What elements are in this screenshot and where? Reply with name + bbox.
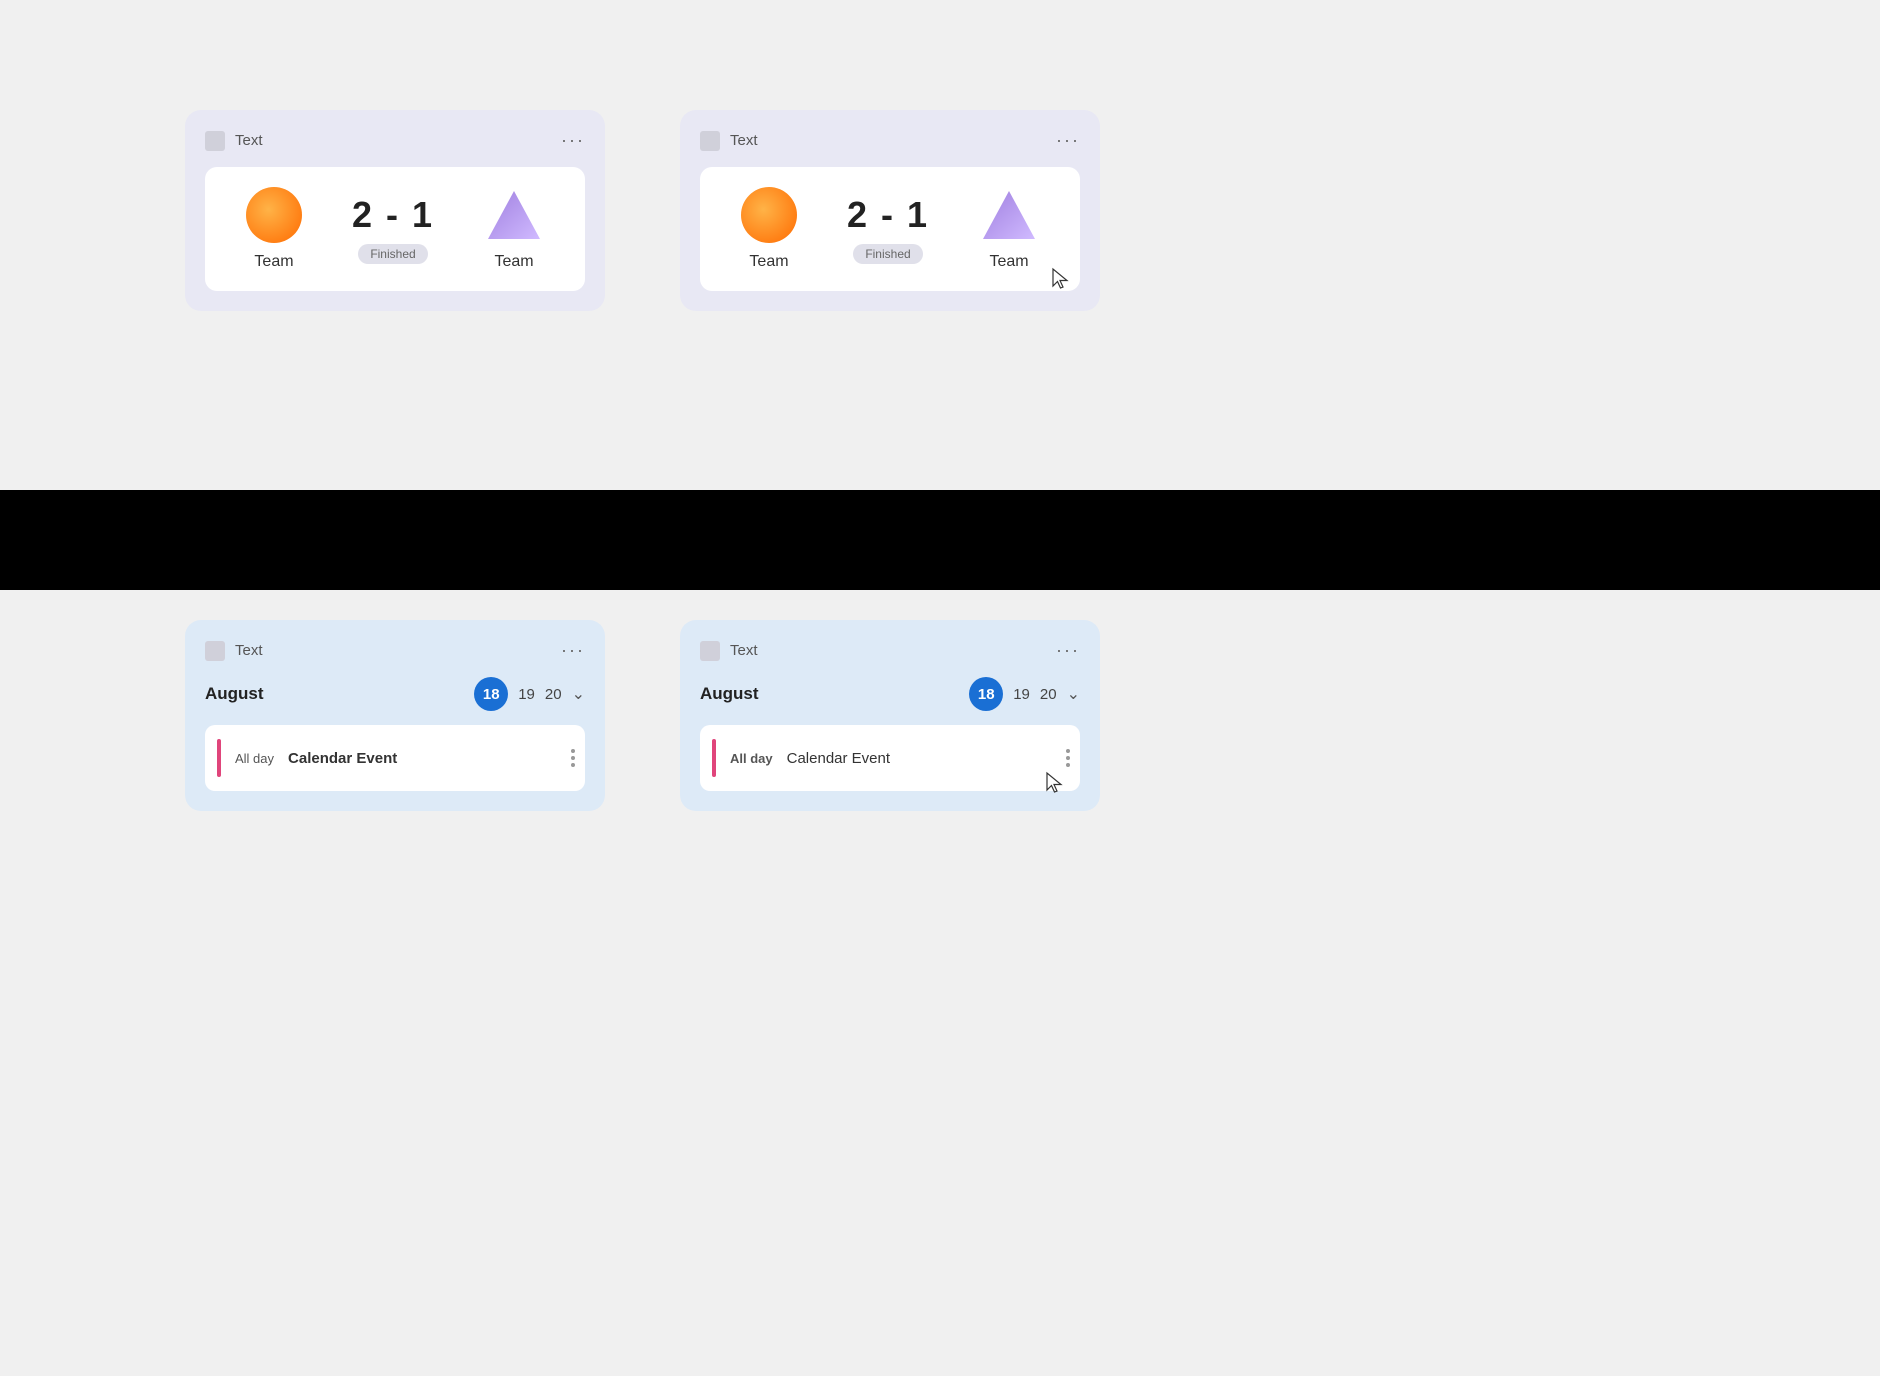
cal-header-left-group: Text [205,641,263,661]
team1-label-left: Team [254,253,293,271]
cal-allday-left: All day [235,751,274,766]
cal-dates-left: 18 19 20 ⌄ [474,677,585,711]
cal-date2-left[interactable]: 19 [518,686,535,703]
cal-event-name-right: Calendar Event [787,750,890,767]
team1-label-right: Team [749,253,788,271]
cal-date-row-right: August 18 19 20 ⌄ [700,677,1080,711]
text-icon-right [700,131,720,151]
cal-date3-left[interactable]: 20 [545,686,562,703]
card-title-left: Text [235,132,263,149]
team1-logo-right [741,187,797,243]
more-dots-right[interactable]: ··· [1056,130,1080,151]
cal-event-bar-left [217,739,221,777]
cal-event-bar-right [712,739,716,777]
card-header-right-group: Text [700,131,758,151]
score-card-right: Text ··· Team 2 - 1 Finished Team [680,110,1100,311]
team2-logo-right [979,187,1039,243]
score-center-right: 2 - 1 Finished [847,194,929,264]
score-inner-right: Team 2 - 1 Finished Team [700,167,1080,291]
cal-date3-right[interactable]: 20 [1040,686,1057,703]
team2-logo-left [484,187,544,243]
cal-date-active-left[interactable]: 18 [474,677,508,711]
cal-header-left: Text ··· [205,640,585,661]
cal-date-row-left: August 18 19 20 ⌄ [205,677,585,711]
finished-badge-left: Finished [358,244,427,264]
event-dot-2 [571,756,575,760]
cal-header-right: Text ··· [700,640,1080,661]
card-title-right: Text [730,132,758,149]
score-center-left: 2 - 1 Finished [352,194,434,264]
team2-block-left: Team [484,187,544,271]
cal-text-icon-left [205,641,225,661]
cal-text-icon-right [700,641,720,661]
calendar-card-left: Text ··· August 18 19 20 ⌄ All day Calen… [185,620,605,811]
cal-more-dots-left[interactable]: ··· [561,640,585,661]
cal-month-left: August [205,684,264,704]
finished-badge-right: Finished [853,244,922,264]
text-icon-left [205,131,225,151]
score-inner-left: Team 2 - 1 Finished Team [205,167,585,291]
cal-chevron-left[interactable]: ⌄ [572,684,585,704]
cal-event-dots-left[interactable] [571,749,575,767]
score-text-left: 2 - 1 [352,194,434,236]
cal-month-right: August [700,684,759,704]
cal-date-active-right[interactable]: 18 [969,677,1003,711]
team2-label-right: Team [989,253,1028,271]
cal-date2-right[interactable]: 19 [1013,686,1030,703]
cal-event-name-left: Calendar Event [288,750,397,767]
cal-event-row-right[interactable]: All day Calendar Event [700,725,1080,791]
cal-header-right-group: Text [700,641,758,661]
event-dot-3 [571,763,575,767]
cal-card-title-left: Text [235,642,263,659]
black-band [0,490,1880,590]
team1-logo-left [246,187,302,243]
calendar-card-right: Text ··· August 18 19 20 ⌄ All day Calen… [680,620,1100,811]
cal-card-title-right: Text [730,642,758,659]
more-dots-left[interactable]: ··· [561,130,585,151]
card-header-right: Text ··· [700,130,1080,151]
cal-event-dots-right[interactable] [1066,749,1070,767]
event-dot-r2 [1066,756,1070,760]
card-header-left-group: Text [205,131,263,151]
event-dot-1 [571,749,575,753]
team1-block-right: Team [741,187,797,271]
cal-more-dots-right[interactable]: ··· [1056,640,1080,661]
team2-label-left: Team [494,253,533,271]
cal-allday-right: All day [730,751,773,766]
cal-chevron-right[interactable]: ⌄ [1067,684,1080,704]
team1-block-left: Team [246,187,302,271]
team2-block-right: Team [979,187,1039,271]
event-dot-r3 [1066,763,1070,767]
cal-event-row-left[interactable]: All day Calendar Event [205,725,585,791]
card-header-left: Text ··· [205,130,585,151]
event-dot-r1 [1066,749,1070,753]
cal-dates-right: 18 19 20 ⌄ [969,677,1080,711]
score-text-right: 2 - 1 [847,194,929,236]
score-card-left: Text ··· Team 2 - 1 Finished Team [185,110,605,311]
